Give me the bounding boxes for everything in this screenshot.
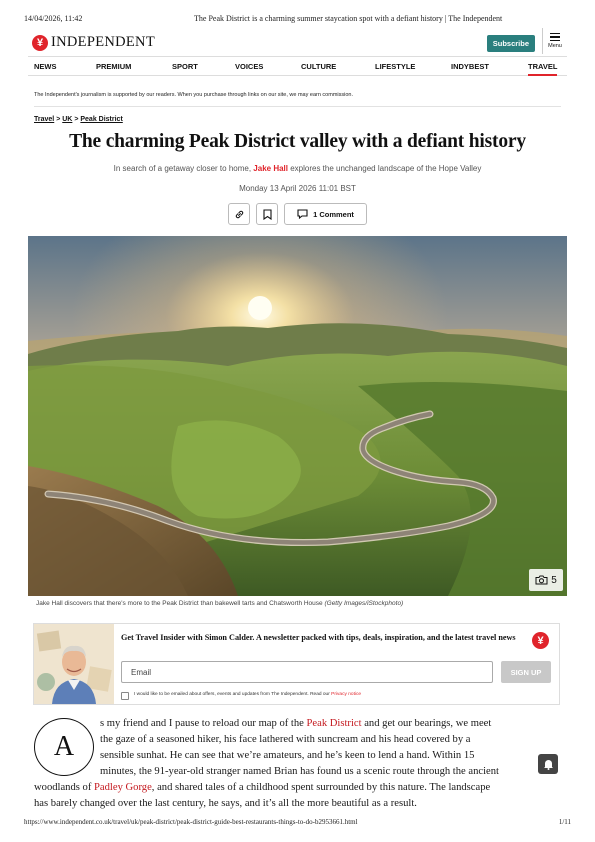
standfirst-text: explores the unchanged landscape of the …	[288, 164, 482, 173]
peak-district-link[interactable]: Peak District	[307, 718, 362, 729]
affiliate-notice: The Independent's journalism is supporte…	[34, 92, 353, 98]
breadcrumb-separator: >	[56, 116, 61, 123]
image-caption: Jake Hall discovers that there's more to…	[36, 600, 403, 607]
section-nav: NEWS PREMIUM SPORT VOICES CULTURE LIFEST…	[28, 56, 567, 76]
eagle-logo-icon: ¥	[32, 34, 48, 51]
body-line: has barely changed over the last century…	[34, 798, 417, 809]
body-line: the gaze of a seasoned hiker, his face l…	[100, 734, 471, 745]
copy-link-button[interactable]	[228, 203, 250, 225]
article-headline: The charming Peak District valley with a…	[69, 131, 526, 152]
independent-logo[interactable]: ¥ INDEPENDENT	[32, 34, 155, 51]
drop-cap: A	[34, 718, 94, 776]
hamburger-icon	[550, 33, 560, 41]
bookmark-icon	[262, 208, 272, 220]
email-field[interactable]: Email	[121, 661, 493, 683]
newsletter-signup: Get Travel Insider with Simon Calder. A …	[33, 623, 560, 705]
breadcrumb-travel[interactable]: Travel	[34, 116, 54, 123]
standfirst-text: In search of a getaway closer to home,	[113, 164, 254, 173]
body-line: sensible sunhat. He can see that we’re a…	[100, 750, 475, 761]
body-text: s my friend and I pause to reload our ma…	[100, 718, 307, 729]
landscape-photo	[28, 236, 567, 596]
comment-count-label: 1 Comment	[313, 209, 354, 219]
nav-item-lifestyle[interactable]: LIFESTYLE	[375, 62, 415, 71]
comment-icon	[297, 209, 308, 219]
logo-wordmark: INDEPENDENT	[51, 34, 155, 50]
nav-item-culture[interactable]: CULTURE	[301, 62, 336, 71]
eagle-logo-icon: ¥	[532, 632, 549, 649]
body-text: and get our bearings, we meet	[361, 718, 492, 729]
masthead-divider	[542, 28, 543, 54]
body-line: s my friend and I pause to reload our ma…	[100, 718, 595, 729]
gallery-count: 5	[551, 574, 557, 586]
nav-item-news[interactable]: NEWS	[34, 62, 57, 71]
masthead: ¥ INDEPENDENT Subscribe Menu	[32, 28, 563, 54]
nav-item-voices[interactable]: VOICES	[235, 62, 263, 71]
page-url: https://www.independent.co.uk/travel/uk/…	[24, 818, 358, 826]
breadcrumb-uk[interactable]: UK	[62, 116, 72, 123]
body-text: , and shared tales of a childhood spent …	[151, 782, 491, 793]
body-line: woodlands of Padley Gorge, and shared ta…	[34, 782, 564, 793]
consent-checkbox[interactable]	[121, 692, 129, 700]
nav-item-premium[interactable]: PREMIUM	[96, 62, 131, 71]
body-text: woodlands of	[34, 782, 95, 793]
nav-item-sport[interactable]: SPORT	[172, 62, 198, 71]
hero-image[interactable]: 5	[28, 236, 567, 596]
bell-icon	[543, 760, 553, 770]
privacy-notice-link[interactable]: Privacy notice	[331, 692, 361, 697]
divider	[34, 106, 561, 107]
print-page-title: The Peak District is a charming summer s…	[194, 14, 503, 23]
simon-calder-portrait	[34, 624, 114, 704]
subscribe-button[interactable]: Subscribe	[486, 35, 535, 52]
caption-text: Jake Hall discovers that there's more to…	[36, 600, 323, 607]
menu-label: Menu	[548, 42, 562, 49]
image-credit: (Getty Images/iStockphoto)	[324, 600, 404, 607]
body-line: minutes, the 91-year-old stranger named …	[100, 766, 499, 777]
nav-item-indybest[interactable]: INDYBEST	[451, 62, 489, 71]
author-link[interactable]: Jake Hall	[253, 164, 288, 173]
breadcrumb: Travel > UK > Peak District	[34, 116, 123, 123]
breadcrumb-separator: >	[74, 116, 79, 123]
page-number: 1/11	[558, 818, 571, 826]
consent-label: I would like to be emailed about offers,…	[134, 692, 332, 697]
breadcrumb-peak-district[interactable]: Peak District	[80, 116, 122, 123]
nav-item-travel[interactable]: TRAVEL	[528, 62, 558, 76]
publish-date: Monday 13 April 2026 11:01 BST	[239, 184, 356, 193]
camera-icon	[535, 575, 548, 585]
notifications-button[interactable]	[538, 754, 558, 774]
menu-button[interactable]: Menu	[547, 32, 563, 49]
comments-button[interactable]: 1 Comment	[284, 203, 367, 225]
sign-up-button[interactable]: SIGN UP	[501, 661, 551, 683]
link-icon	[235, 210, 243, 218]
padley-gorge-link[interactable]: Padley Gorge	[94, 782, 152, 793]
article-standfirst: In search of a getaway closer to home, J…	[30, 164, 565, 173]
newsletter-title: Get Travel Insider with Simon Calder. A …	[121, 633, 516, 642]
print-datetime: 14/04/2026, 11:42	[24, 14, 83, 23]
consent-text: I would like to be emailed about offers,…	[134, 692, 361, 697]
bookmark-button[interactable]	[256, 203, 278, 225]
gallery-button[interactable]: 5	[529, 569, 563, 591]
